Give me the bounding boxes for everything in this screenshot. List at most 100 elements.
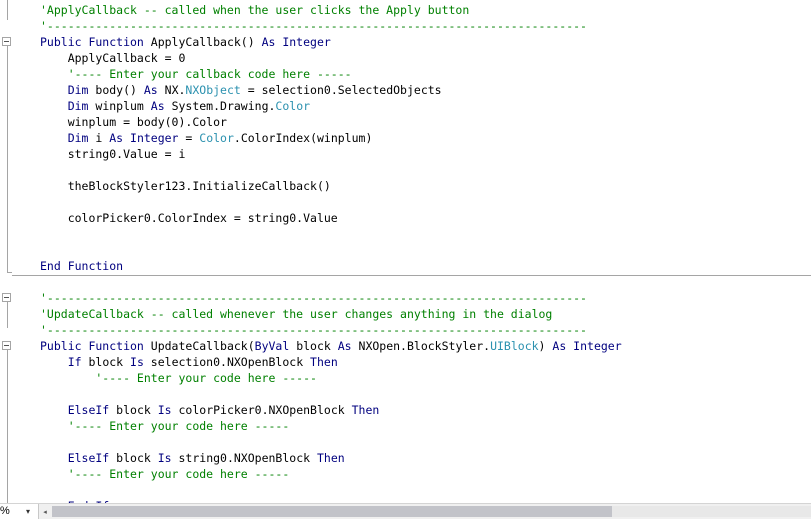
code-token: colorPicker0.NXOpenBlock — [178, 403, 352, 417]
code-line[interactable]: theBlockStyler123.InitializeCallback() — [40, 178, 622, 194]
code-token: winplum — [95, 99, 151, 113]
code-line[interactable]: Public Function ApplyCallback() As Integ… — [40, 34, 622, 50]
code-line[interactable]: '---------------------------------------… — [40, 290, 622, 306]
outline-gutter — [0, 0, 34, 503]
code-token: System.Drawing. — [171, 99, 276, 113]
code-line[interactable]: Dim winplum As System.Drawing.Color — [40, 98, 622, 114]
fold-guide — [7, 46, 8, 272]
code-token: Is — [157, 451, 179, 465]
code-token: string0.NXOpenBlock — [178, 451, 317, 465]
code-line[interactable] — [40, 434, 622, 450]
code-token: block — [88, 355, 131, 369]
fold-guide — [7, 0, 8, 20]
code-line[interactable]: '---------------------------------------… — [40, 322, 622, 338]
code-line[interactable]: '---- Enter your code here ----- — [40, 370, 622, 386]
code-token: Then — [316, 451, 345, 465]
chevron-down-icon[interactable]: ▾ — [26, 505, 30, 518]
code-line[interactable]: 'UpdateCallback -- called whenever the u… — [40, 306, 622, 322]
code-line[interactable]: Dim i As Integer = Color.ColorIndex(winp… — [40, 130, 622, 146]
code-token: ApplyCallback = 0 — [40, 51, 186, 65]
fold-end-marker — [7, 272, 12, 273]
code-token: colorPicker0.ColorIndex = string0.Value — [40, 211, 338, 225]
code-token: ElseIf — [40, 451, 117, 465]
code-token: = selection0.SelectedObjects — [240, 83, 442, 97]
zoom-label: % — [0, 505, 10, 517]
code-line[interactable] — [40, 194, 622, 210]
scroll-left-icon[interactable]: ◂ — [39, 504, 51, 519]
horizontal-scrollbar[interactable] — [52, 506, 811, 517]
code-token: As Integer — [261, 35, 331, 49]
code-token: NX. — [164, 83, 186, 97]
code-token: NXObject — [185, 83, 241, 97]
code-line[interactable]: '---- Enter your code here ----- — [40, 466, 622, 482]
code-token: Color — [275, 99, 311, 113]
code-line[interactable] — [40, 162, 622, 178]
scrollbar-thumb[interactable] — [52, 506, 612, 517]
code-token: ElseIf — [40, 403, 117, 417]
code-line[interactable]: '---- Enter your callback code here ----… — [40, 66, 622, 82]
code-token: As Integer — [552, 339, 622, 353]
code-line[interactable]: string0.Value = i — [40, 146, 622, 162]
code-token: winplum = body(0).Color — [40, 115, 227, 129]
code-token: End Function — [40, 259, 124, 273]
code-line[interactable] — [40, 274, 622, 290]
code-token: Is — [130, 355, 151, 369]
code-token: As — [150, 99, 172, 113]
code-token: UIBlock — [490, 339, 539, 353]
code-token: block — [116, 451, 158, 465]
code-token: body() — [95, 83, 144, 97]
fold-guide — [7, 350, 8, 503]
code-token: i — [95, 131, 110, 145]
code-token: Dim — [40, 99, 96, 113]
code-token: block — [116, 403, 158, 417]
code-token: 'UpdateCallback -- called whenever the u… — [40, 307, 553, 321]
code-token: '---------------------------------------… — [40, 323, 587, 337]
code-token: '---------------------------------------… — [40, 19, 587, 33]
code-lines: 'ApplyCallback -- called when the user c… — [40, 2, 622, 503]
code-token: Dim — [40, 83, 96, 97]
code-line[interactable]: 'ApplyCallback -- called when the user c… — [40, 2, 622, 18]
zoom-dropdown[interactable]: % ▾ — [0, 504, 39, 519]
code-token: Then — [310, 355, 338, 369]
code-token: '---- Enter your code here ----- — [40, 419, 290, 433]
code-token: Color — [199, 131, 234, 145]
collapse-icon[interactable] — [2, 293, 11, 302]
code-token: Public Function — [40, 339, 151, 353]
code-line[interactable] — [40, 386, 622, 402]
code-line[interactable]: Dim body() As NX.NXObject = selection0.S… — [40, 82, 622, 98]
code-line[interactable] — [40, 226, 622, 242]
code-token: block — [296, 339, 338, 353]
code-line[interactable]: ElseIf block Is string0.NXOpenBlock Then — [40, 450, 622, 466]
code-line[interactable]: ApplyCallback = 0 — [40, 50, 622, 66]
code-token: '---- Enter your code here ----- — [40, 467, 290, 481]
code-token: 'ApplyCallback -- called when the user c… — [40, 3, 470, 17]
fold-guide — [7, 302, 8, 328]
code-token: As Integer — [109, 131, 179, 145]
code-line[interactable]: colorPicker0.ColorIndex = string0.Value — [40, 210, 622, 226]
code-line[interactable]: If block Is selection0.NXOpenBlock Then — [40, 354, 622, 370]
code-token: selection0.NXOpenBlock — [150, 355, 311, 369]
code-token: ) — [538, 339, 553, 353]
code-line[interactable]: '---- Enter your code here ----- — [40, 418, 622, 434]
collapse-icon[interactable] — [2, 341, 11, 350]
code-token: = — [178, 131, 200, 145]
code-line[interactable]: ElseIf block Is colorPicker0.NXOpenBlock… — [40, 402, 622, 418]
collapse-icon[interactable] — [2, 37, 11, 46]
code-line[interactable] — [40, 482, 622, 498]
code-token: ApplyCallback() — [150, 35, 262, 49]
code-line[interactable] — [40, 242, 622, 258]
code-token: '---- Enter your code here ----- — [40, 371, 317, 385]
code-line[interactable]: winplum = body(0).Color — [40, 114, 622, 130]
code-line[interactable]: Public Function UpdateCallback(ByVal blo… — [40, 338, 622, 354]
code-token: If — [40, 355, 89, 369]
code-token: '---- Enter your callback code here ----… — [40, 67, 352, 81]
code-token: string0.Value = i — [40, 147, 186, 161]
code-line[interactable]: '---------------------------------------… — [40, 18, 622, 34]
code-token: .ColorIndex(winplum) — [233, 131, 373, 145]
code-editor[interactable]: 'ApplyCallback -- called when the user c… — [0, 0, 811, 503]
code-token: NXOpen.BlockStyler. — [358, 339, 491, 353]
code-token: theBlockStyler123.InitializeCallback() — [40, 179, 331, 193]
code-token: UpdateCallback( — [150, 339, 255, 353]
code-token: As — [143, 83, 165, 97]
code-line[interactable]: End Function — [40, 258, 622, 274]
